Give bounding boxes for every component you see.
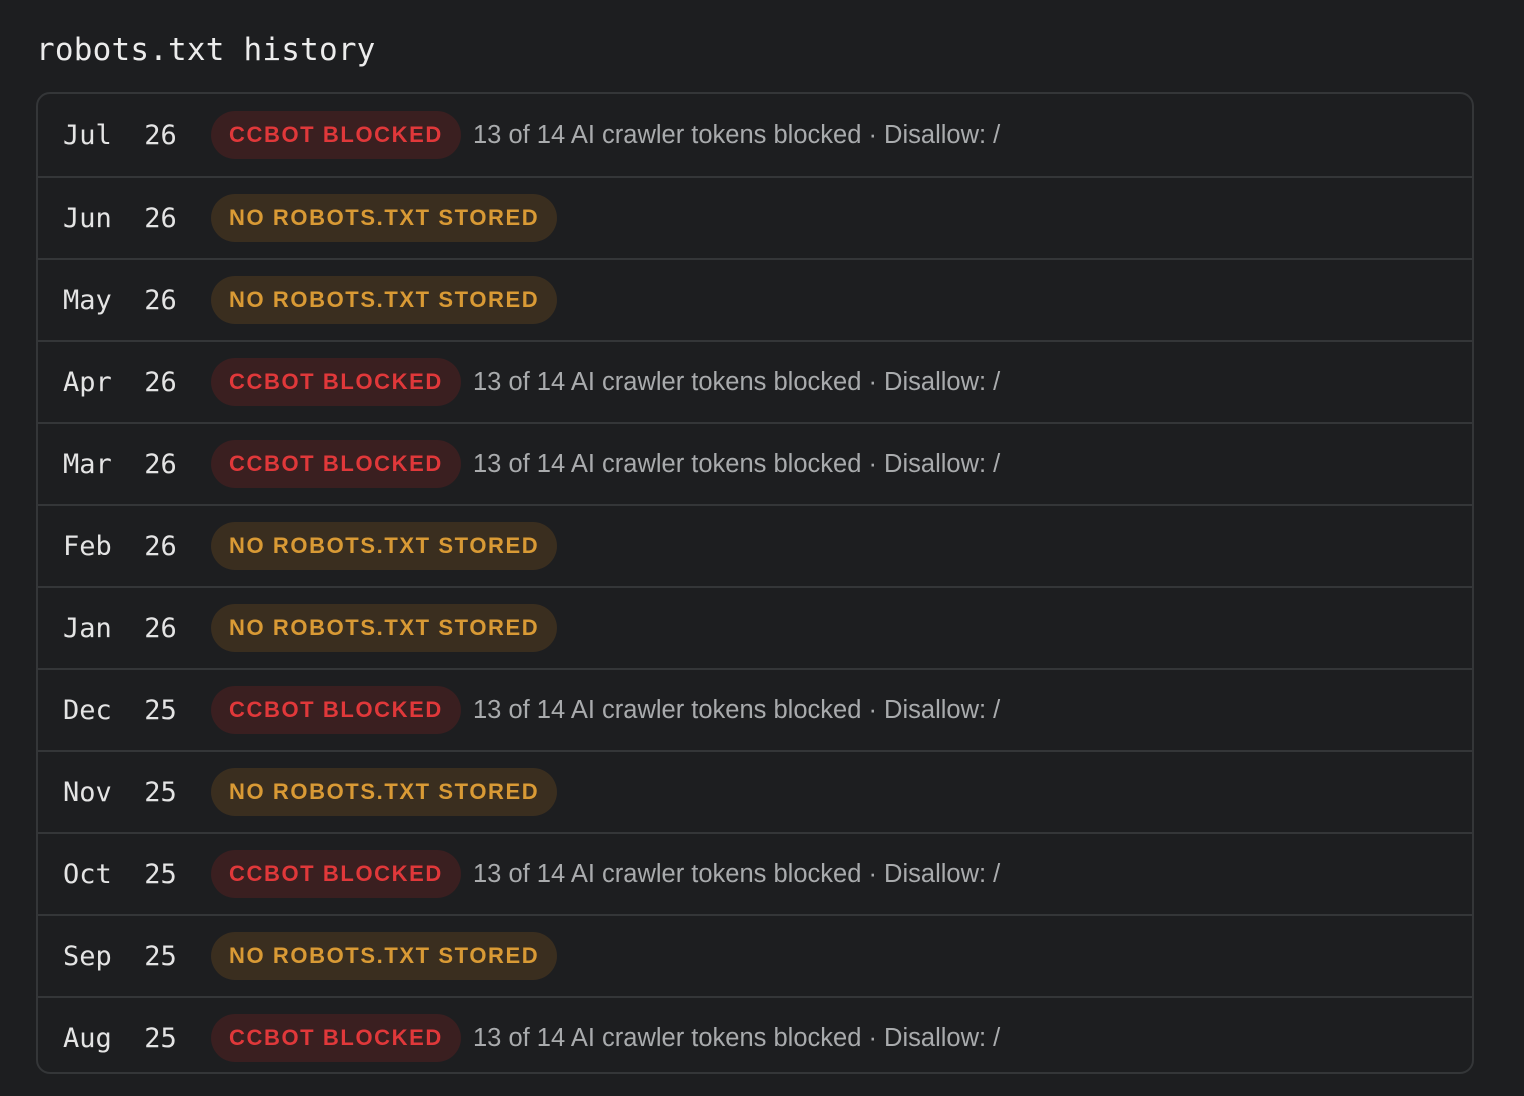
status-badge: NO ROBOTS.TXT STORED <box>211 522 558 570</box>
status-badge: CCBOT BLOCKED <box>211 358 461 406</box>
row-date: Mar 26 <box>63 448 177 480</box>
row-date: Aug 25 <box>63 1022 177 1054</box>
page-title: robots.txt history <box>36 32 376 68</box>
row-date: Oct 25 <box>63 858 177 890</box>
row-date: Jun 26 <box>63 202 177 234</box>
history-row[interactable]: Aug 25 CCBOT BLOCKED 13 of 14 AI crawler… <box>38 996 1472 1072</box>
status-badge: NO ROBOTS.TXT STORED <box>211 276 558 324</box>
row-detail: 13 of 14 AI crawler tokens blocked · Dis… <box>473 449 1001 478</box>
row-detail: 13 of 14 AI crawler tokens blocked · Dis… <box>473 1023 1001 1052</box>
row-detail: 13 of 14 AI crawler tokens blocked · Dis… <box>473 695 1001 724</box>
status-badge: CCBOT BLOCKED <box>211 686 461 734</box>
history-row[interactable]: May 26 NO ROBOTS.TXT STORED <box>38 258 1472 340</box>
row-detail: 13 of 14 AI crawler tokens blocked · Dis… <box>473 120 1001 149</box>
status-badge: NO ROBOTS.TXT STORED <box>211 768 558 816</box>
status-badge: CCBOT BLOCKED <box>211 1014 461 1062</box>
status-badge: NO ROBOTS.TXT STORED <box>211 932 558 980</box>
history-row[interactable]: Jul 26 CCBOT BLOCKED 13 of 14 AI crawler… <box>38 94 1472 176</box>
status-badge: NO ROBOTS.TXT STORED <box>211 604 558 652</box>
row-date: Apr 26 <box>63 366 177 398</box>
status-badge: CCBOT BLOCKED <box>211 111 461 159</box>
row-date: Nov 25 <box>63 776 177 808</box>
history-row[interactable]: Jun 26 NO ROBOTS.TXT STORED <box>38 176 1472 258</box>
row-date: Jan 26 <box>63 612 177 644</box>
history-row[interactable]: Sep 25 NO ROBOTS.TXT STORED <box>38 914 1472 996</box>
row-date: Jul 26 <box>63 119 177 151</box>
history-list: Jul 26 CCBOT BLOCKED 13 of 14 AI crawler… <box>36 92 1474 1074</box>
history-row[interactable]: Apr 26 CCBOT BLOCKED 13 of 14 AI crawler… <box>38 340 1472 422</box>
row-date: Dec 25 <box>63 694 177 726</box>
history-row[interactable]: Oct 25 CCBOT BLOCKED 13 of 14 AI crawler… <box>38 832 1472 914</box>
row-detail: 13 of 14 AI crawler tokens blocked · Dis… <box>473 859 1001 888</box>
history-row[interactable]: Feb 26 NO ROBOTS.TXT STORED <box>38 504 1472 586</box>
row-date: Feb 26 <box>63 530 177 562</box>
history-row[interactable]: Jan 26 NO ROBOTS.TXT STORED <box>38 586 1472 668</box>
status-badge: NO ROBOTS.TXT STORED <box>211 194 558 242</box>
row-date: May 26 <box>63 284 177 316</box>
row-detail: 13 of 14 AI crawler tokens blocked · Dis… <box>473 367 1001 396</box>
history-row[interactable]: Nov 25 NO ROBOTS.TXT STORED <box>38 750 1472 832</box>
status-badge: CCBOT BLOCKED <box>211 440 461 488</box>
history-row[interactable]: Mar 26 CCBOT BLOCKED 13 of 14 AI crawler… <box>38 422 1472 504</box>
status-badge: CCBOT BLOCKED <box>211 850 461 898</box>
row-date: Sep 25 <box>63 940 177 972</box>
history-row[interactable]: Dec 25 CCBOT BLOCKED 13 of 14 AI crawler… <box>38 668 1472 750</box>
